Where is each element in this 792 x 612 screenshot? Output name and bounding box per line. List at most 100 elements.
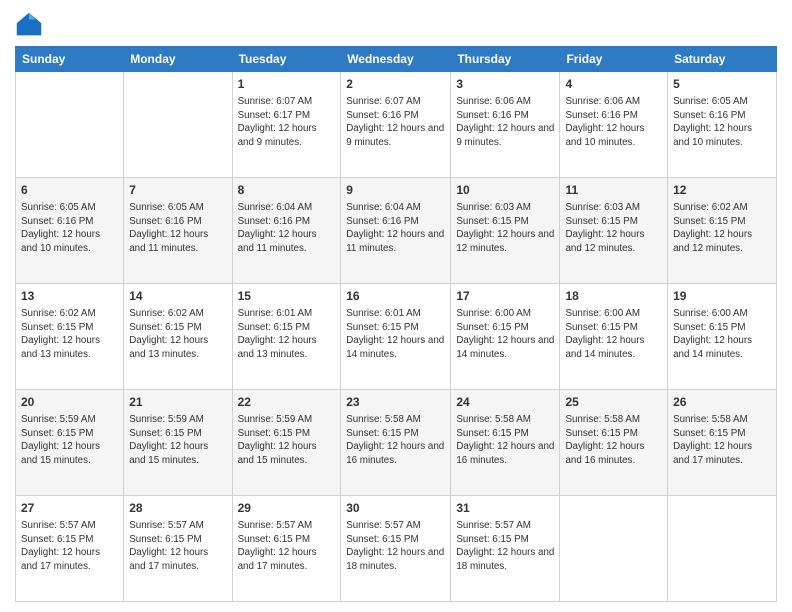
day-info: Sunrise: 5:57 AMSunset: 6:15 PMDaylight:… bbox=[346, 519, 445, 574]
calendar-cell: 28 Sunrise: 5:57 AMSunset: 6:15 PMDayligh… bbox=[124, 496, 232, 602]
day-number: 21 bbox=[129, 394, 226, 411]
day-number: 26 bbox=[673, 394, 771, 411]
calendar-header-thursday: Thursday bbox=[451, 47, 560, 72]
day-info: Sunrise: 6:03 AMSunset: 6:15 PMDaylight:… bbox=[456, 201, 554, 256]
day-info: Sunrise: 6:05 AMSunset: 6:16 PMDaylight:… bbox=[129, 201, 226, 256]
calendar-cell: 22 Sunrise: 5:59 AMSunset: 6:15 PMDayligh… bbox=[232, 390, 341, 496]
calendar-cell bbox=[16, 72, 124, 178]
day-info: Sunrise: 6:03 AMSunset: 6:15 PMDaylight:… bbox=[565, 201, 662, 256]
calendar-cell: 24 Sunrise: 5:58 AMSunset: 6:15 PMDayligh… bbox=[451, 390, 560, 496]
day-info: Sunrise: 5:57 AMSunset: 6:15 PMDaylight:… bbox=[238, 519, 336, 574]
calendar-cell: 29 Sunrise: 5:57 AMSunset: 6:15 PMDayligh… bbox=[232, 496, 341, 602]
logo-icon bbox=[15, 10, 43, 38]
day-info: Sunrise: 6:02 AMSunset: 6:15 PMDaylight:… bbox=[21, 307, 118, 362]
day-number: 31 bbox=[456, 500, 554, 517]
calendar-cell: 14Sunrise: 6:02 AMSunset: 6:15 PMDayligh… bbox=[124, 284, 232, 390]
calendar-cell: 1 Sunrise: 6:07 AMSunset: 6:17 PMDaylight… bbox=[232, 72, 341, 178]
calendar-cell: 21 Sunrise: 5:59 AMSunset: 6:15 PMDayligh… bbox=[124, 390, 232, 496]
calendar-cell: 16 Sunrise: 6:01 AMSunset: 6:15 PMDayligh… bbox=[341, 284, 451, 390]
day-number: 1 bbox=[238, 76, 336, 93]
calendar-cell bbox=[560, 496, 668, 602]
day-number: 17 bbox=[456, 288, 554, 305]
day-info: Sunrise: 6:05 AMSunset: 6:16 PMDaylight:… bbox=[21, 201, 118, 256]
calendar-cell: 11 Sunrise: 6:03 AMSunset: 6:15 PMDayligh… bbox=[560, 178, 668, 284]
day-info: Sunrise: 6:06 AMSunset: 6:16 PMDaylight:… bbox=[565, 95, 662, 150]
day-info: Sunrise: 5:58 AMSunset: 6:15 PMDaylight:… bbox=[346, 413, 445, 468]
calendar-cell: 7 Sunrise: 6:05 AMSunset: 6:16 PMDaylight… bbox=[124, 178, 232, 284]
day-info: Sunrise: 6:01 AMSunset: 6:15 PMDaylight:… bbox=[238, 307, 336, 362]
day-number: 24 bbox=[456, 394, 554, 411]
day-number: 25 bbox=[565, 394, 662, 411]
day-info: Sunrise: 6:06 AMSunset: 6:16 PMDaylight:… bbox=[456, 95, 554, 150]
day-info: Sunrise: 6:00 AMSunset: 6:15 PMDaylight:… bbox=[456, 307, 554, 362]
calendar-cell: 3 Sunrise: 6:06 AMSunset: 6:16 PMDaylight… bbox=[451, 72, 560, 178]
calendar-week-row: 27Sunrise: 5:57 AMSunset: 6:15 PMDayligh… bbox=[16, 496, 777, 602]
day-info: Sunrise: 5:59 AMSunset: 6:15 PMDaylight:… bbox=[238, 413, 336, 468]
day-number: 8 bbox=[238, 182, 336, 199]
calendar-week-row: 20 Sunrise: 5:59 AMSunset: 6:15 PMDayligh… bbox=[16, 390, 777, 496]
day-number: 20 bbox=[21, 394, 118, 411]
day-info: Sunrise: 6:04 AMSunset: 6:16 PMDaylight:… bbox=[238, 201, 336, 256]
calendar-cell: 2 Sunrise: 6:07 AMSunset: 6:16 PMDaylight… bbox=[341, 72, 451, 178]
day-number: 11 bbox=[565, 182, 662, 199]
day-info: Sunrise: 5:58 AMSunset: 6:15 PMDaylight:… bbox=[456, 413, 554, 468]
day-number: 9 bbox=[346, 182, 445, 199]
logo bbox=[15, 10, 47, 38]
calendar-week-row: 6Sunrise: 6:05 AMSunset: 6:16 PMDaylight… bbox=[16, 178, 777, 284]
calendar-cell: 15Sunrise: 6:01 AMSunset: 6:15 PMDayligh… bbox=[232, 284, 341, 390]
calendar-header-saturday: Saturday bbox=[668, 47, 777, 72]
calendar-header-sunday: Sunday bbox=[16, 47, 124, 72]
header bbox=[15, 10, 777, 38]
day-info: Sunrise: 6:01 AMSunset: 6:15 PMDaylight:… bbox=[346, 307, 445, 362]
day-info: Sunrise: 6:07 AMSunset: 6:16 PMDaylight:… bbox=[346, 95, 445, 150]
day-number: 19 bbox=[673, 288, 771, 305]
day-number: 5 bbox=[673, 76, 771, 93]
calendar-cell: 13Sunrise: 6:02 AMSunset: 6:15 PMDayligh… bbox=[16, 284, 124, 390]
day-number: 10 bbox=[456, 182, 554, 199]
day-number: 14 bbox=[129, 288, 226, 305]
calendar-cell: 19 Sunrise: 6:00 AMSunset: 6:15 PMDayligh… bbox=[668, 284, 777, 390]
calendar-cell: 23Sunrise: 5:58 AMSunset: 6:15 PMDayligh… bbox=[341, 390, 451, 496]
day-number: 7 bbox=[129, 182, 226, 199]
calendar-cell bbox=[124, 72, 232, 178]
calendar-cell: 10 Sunrise: 6:03 AMSunset: 6:15 PMDayligh… bbox=[451, 178, 560, 284]
day-info: Sunrise: 5:57 AMSunset: 6:15 PMDaylight:… bbox=[129, 519, 226, 574]
day-number: 2 bbox=[346, 76, 445, 93]
day-info: Sunrise: 5:57 AMSunset: 6:15 PMDaylight:… bbox=[21, 519, 118, 574]
day-number: 30 bbox=[346, 500, 445, 517]
day-info: Sunrise: 5:58 AMSunset: 6:15 PMDaylight:… bbox=[673, 413, 771, 468]
day-info: Sunrise: 6:02 AMSunset: 6:15 PMDaylight:… bbox=[673, 201, 771, 256]
day-info: Sunrise: 6:00 AMSunset: 6:15 PMDaylight:… bbox=[673, 307, 771, 362]
calendar-cell: 27Sunrise: 5:57 AMSunset: 6:15 PMDayligh… bbox=[16, 496, 124, 602]
page: SundayMondayTuesdayWednesdayThursdayFrid… bbox=[0, 0, 792, 612]
day-info: Sunrise: 5:57 AMSunset: 6:15 PMDaylight:… bbox=[456, 519, 554, 574]
day-number: 28 bbox=[129, 500, 226, 517]
day-number: 22 bbox=[238, 394, 336, 411]
calendar-cell: 30 Sunrise: 5:57 AMSunset: 6:15 PMDayligh… bbox=[341, 496, 451, 602]
day-info: Sunrise: 6:05 AMSunset: 6:16 PMDaylight:… bbox=[673, 95, 771, 150]
day-info: Sunrise: 5:59 AMSunset: 6:15 PMDaylight:… bbox=[21, 413, 118, 468]
day-info: Sunrise: 6:07 AMSunset: 6:17 PMDaylight:… bbox=[238, 95, 336, 150]
day-number: 3 bbox=[456, 76, 554, 93]
calendar-header-tuesday: Tuesday bbox=[232, 47, 341, 72]
calendar-header-monday: Monday bbox=[124, 47, 232, 72]
calendar-cell: 25 Sunrise: 5:58 AMSunset: 6:15 PMDayligh… bbox=[560, 390, 668, 496]
day-number: 18 bbox=[565, 288, 662, 305]
calendar-header-friday: Friday bbox=[560, 47, 668, 72]
calendar-table: SundayMondayTuesdayWednesdayThursdayFrid… bbox=[15, 46, 777, 602]
day-number: 4 bbox=[565, 76, 662, 93]
day-number: 16 bbox=[346, 288, 445, 305]
day-info: Sunrise: 6:04 AMSunset: 6:16 PMDaylight:… bbox=[346, 201, 445, 256]
calendar-week-row: 1 Sunrise: 6:07 AMSunset: 6:17 PMDaylight… bbox=[16, 72, 777, 178]
calendar-cell: 18Sunrise: 6:00 AMSunset: 6:15 PMDayligh… bbox=[560, 284, 668, 390]
day-info: Sunrise: 5:58 AMSunset: 6:15 PMDaylight:… bbox=[565, 413, 662, 468]
day-number: 12 bbox=[673, 182, 771, 199]
calendar-header-wednesday: Wednesday bbox=[341, 47, 451, 72]
calendar-cell: 5 Sunrise: 6:05 AMSunset: 6:16 PMDaylight… bbox=[668, 72, 777, 178]
calendar-week-row: 13Sunrise: 6:02 AMSunset: 6:15 PMDayligh… bbox=[16, 284, 777, 390]
calendar-header-row: SundayMondayTuesdayWednesdayThursdayFrid… bbox=[16, 47, 777, 72]
day-number: 29 bbox=[238, 500, 336, 517]
calendar-cell: 4 Sunrise: 6:06 AMSunset: 6:16 PMDaylight… bbox=[560, 72, 668, 178]
calendar-cell: 12 Sunrise: 6:02 AMSunset: 6:15 PMDayligh… bbox=[668, 178, 777, 284]
day-info: Sunrise: 5:59 AMSunset: 6:15 PMDaylight:… bbox=[129, 413, 226, 468]
